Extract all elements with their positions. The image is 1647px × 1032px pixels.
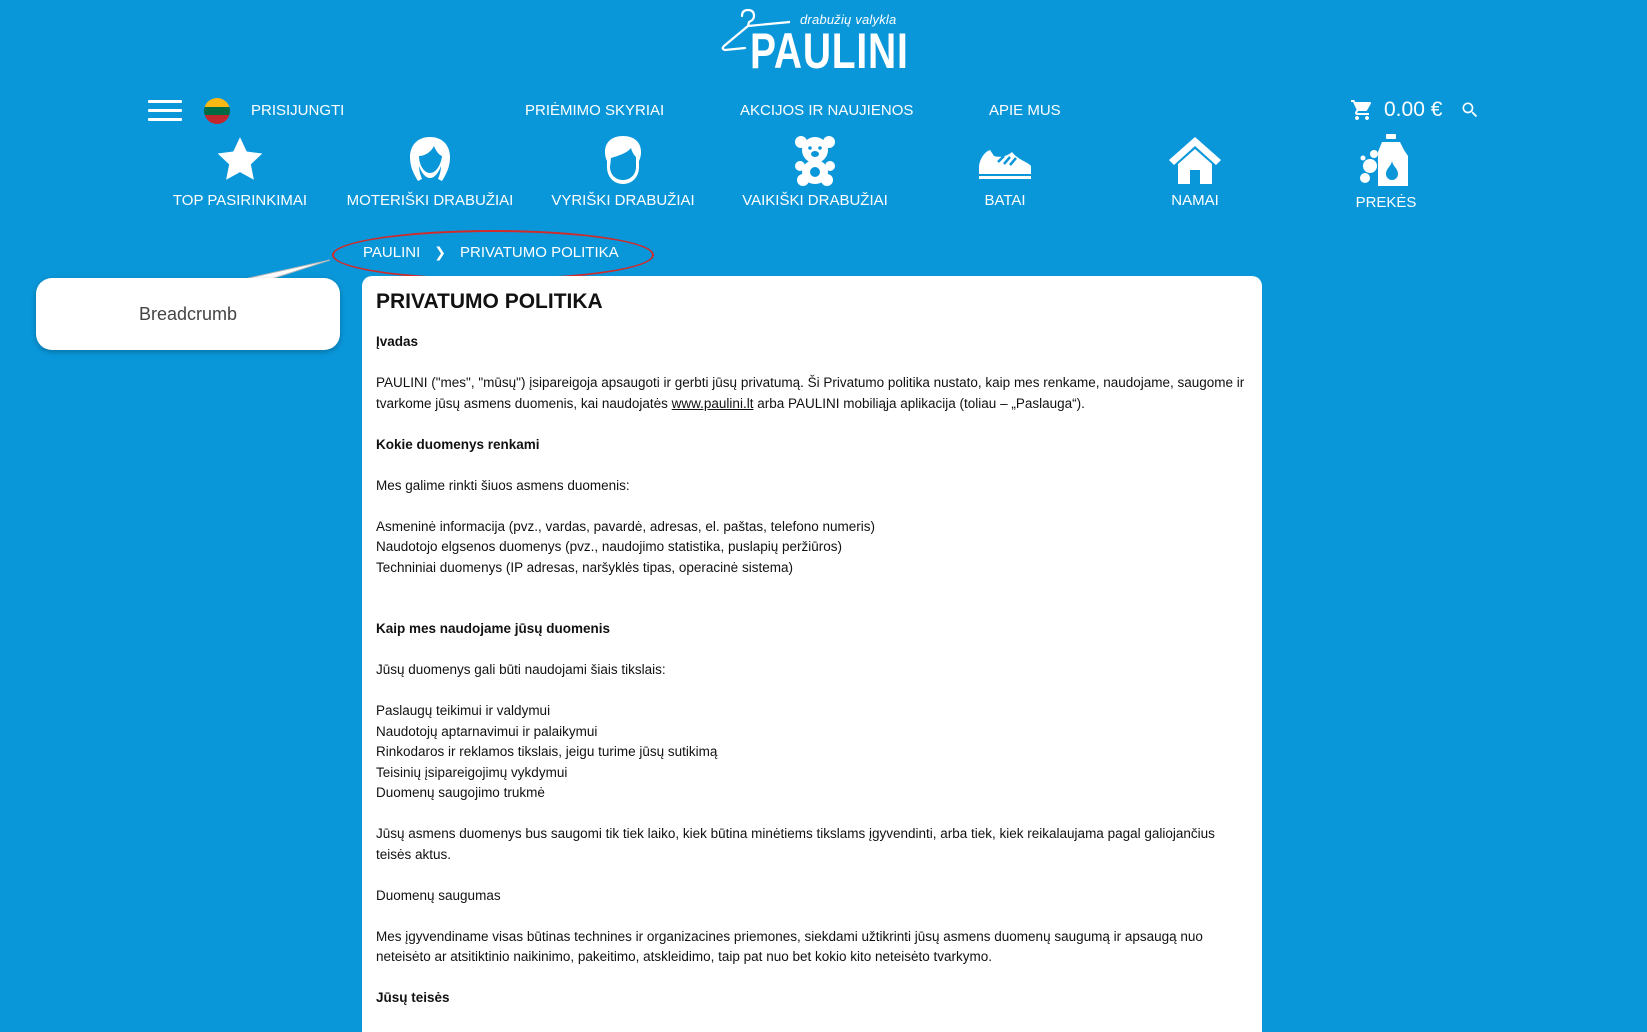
list-item: Duomenų saugojimo trukmė bbox=[376, 785, 545, 800]
top-bar: PRISIJUNGTI PRIĖMIMO SKYRIAI AKCIJOS IR … bbox=[0, 92, 1647, 128]
teddy-bear-icon bbox=[795, 136, 835, 186]
section-heading-intro: Įvadas bbox=[376, 334, 419, 349]
category-home[interactable]: NAMAI bbox=[1145, 134, 1245, 209]
category-label: NAMAI bbox=[1171, 192, 1219, 209]
house-icon bbox=[1169, 137, 1221, 184]
woman-icon bbox=[410, 137, 450, 181]
usage-list: Paslaugų teikimui ir valdymui Naudotojų … bbox=[376, 701, 1248, 804]
nav-reception-points[interactable]: PRIĖMIMO SKYRIAI bbox=[525, 102, 664, 119]
category-men[interactable]: VYRIŠKI DRABUŽIAI bbox=[548, 134, 698, 209]
list-item: Asmeninė informacija (pvz., vardas, pava… bbox=[376, 518, 875, 534]
list-item: Teisinių įsipareigojimų vykdymui bbox=[376, 764, 568, 780]
annotation-callout: Breadcrumb bbox=[36, 278, 340, 350]
lithuania-flag-icon[interactable] bbox=[204, 98, 230, 124]
category-products[interactable]: PREKĖS bbox=[1336, 134, 1436, 211]
retention-paragraph: Jūsų asmens duomenys bus saugomi tik tie… bbox=[376, 826, 1215, 862]
menu-icon[interactable] bbox=[148, 100, 182, 124]
category-label: VYRIŠKI DRABUŽIAI bbox=[551, 192, 695, 209]
man-icon bbox=[605, 136, 641, 184]
category-label: TOP PASIRINKIMAI bbox=[172, 192, 308, 209]
annotation-oval bbox=[332, 230, 654, 280]
website-link[interactable]: www.paulini.lt bbox=[672, 396, 754, 411]
star-icon bbox=[217, 137, 263, 180]
category-label: MOTERIŠKI DRABUŽIAI bbox=[346, 192, 514, 209]
category-children[interactable]: VAIKIŠKI DRABUŽIAI bbox=[735, 134, 895, 209]
usage-lead: Jūsų duomenys gali būti naudojami šiais … bbox=[376, 662, 666, 677]
section-heading-collected: Kokie duomenys renkami bbox=[376, 436, 540, 452]
intro-paragraph: PAULINI ("mes", "mūsų") įsipareigoja aps… bbox=[376, 375, 1245, 411]
list-item: Naudotojo elgsenos duomenys (pvz., naudo… bbox=[376, 539, 843, 554]
collected-lead: Mes galime rinkti šiuos asmens duomenis: bbox=[376, 477, 630, 493]
shoe-icon bbox=[979, 150, 1031, 179]
collected-list: Asmeninė informacija (pvz., vardas, pava… bbox=[376, 517, 1248, 579]
category-label: BATAI bbox=[984, 192, 1026, 209]
cart-icon[interactable] bbox=[1350, 98, 1374, 122]
login-link[interactable]: PRISIJUNGTI bbox=[251, 102, 344, 119]
category-shoes[interactable]: BATAI bbox=[955, 134, 1055, 209]
section-heading-usage: Kaip mes naudojame jūsų duomenis bbox=[376, 621, 611, 636]
category-label: PREKĖS bbox=[1355, 194, 1417, 211]
section-heading-rights: Jūsų teisės bbox=[376, 990, 450, 1005]
nav-about-us[interactable]: APIE MUS bbox=[989, 102, 1061, 119]
list-item: Paslaugų teikimui ir valdymui bbox=[376, 703, 551, 718]
paulini-logo[interactable]: drabužių valykla PAULINI bbox=[720, 6, 910, 76]
list-item: Naudotojų aptarnavimui ir palaikymui bbox=[376, 723, 598, 739]
category-nav: TOP PASIRINKIMAI MOTERIŠKI DRABUŽIAI VYR… bbox=[0, 134, 1647, 214]
category-top-picks[interactable]: TOP PASIRINKIMAI bbox=[170, 134, 310, 209]
privacy-policy-content: PRIVATUMO POLITIKA Įvadas PAULINI ("mes"… bbox=[362, 276, 1262, 1032]
callout-label: Breadcrumb bbox=[138, 303, 238, 324]
logo-name: PAULINI bbox=[750, 23, 909, 79]
security-paragraph: Mes įgyvendiname visas būtinas technines… bbox=[376, 928, 1203, 965]
nav-promotions-news[interactable]: AKCIJOS IR NAUJIENOS bbox=[740, 102, 913, 119]
category-women[interactable]: MOTERIŠKI DRABUŽIAI bbox=[345, 134, 515, 209]
detergent-icon bbox=[1360, 134, 1408, 186]
page-title: PRIVATUMO POLITIKA bbox=[376, 290, 603, 313]
section-heading-security: Duomenų saugumas bbox=[376, 887, 501, 903]
category-label: VAIKIŠKI DRABUŽIAI bbox=[742, 192, 888, 209]
list-item: Techniniai duomenys (IP adresas, naršykl… bbox=[376, 559, 793, 575]
list-item: Rinkodaros ir reklamos tikslais, jeigu t… bbox=[376, 744, 718, 759]
cart-total[interactable]: 0.00 € bbox=[1384, 98, 1442, 122]
search-icon[interactable] bbox=[1460, 100, 1480, 120]
